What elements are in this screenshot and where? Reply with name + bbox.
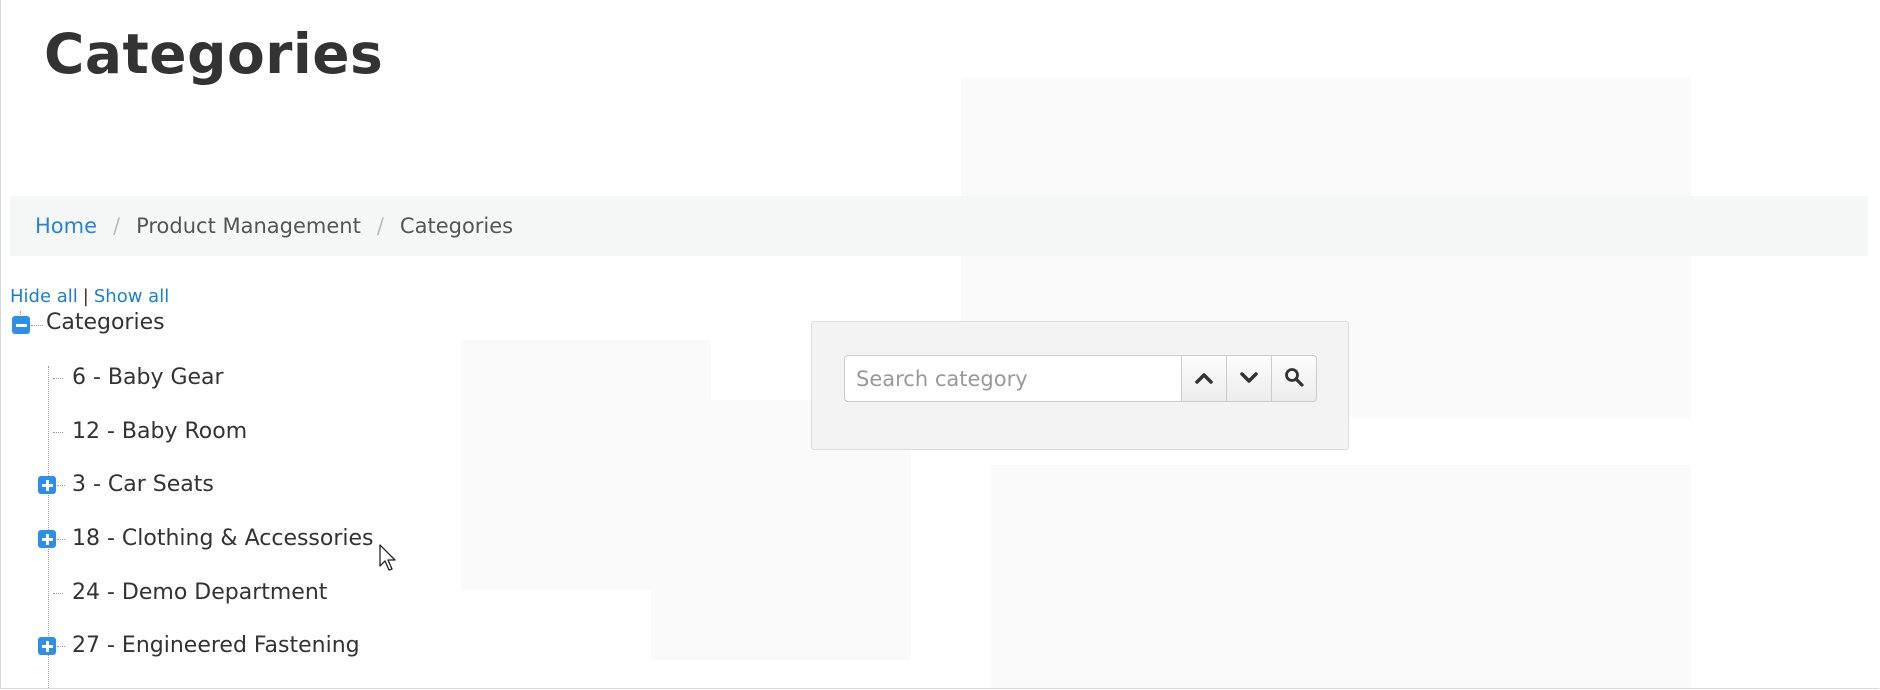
hide-all-link[interactable]: Hide all [10,286,78,307]
tree-item-label[interactable]: 18 - Clothing & Accessories [72,526,374,551]
chevron-down-icon [1240,369,1258,388]
tree-root-label[interactable]: Categories [46,310,165,335]
tree-connector [31,325,43,326]
page-title: Categories [44,22,384,86]
search-category-input[interactable] [844,355,1182,402]
tree-item-label[interactable]: 12 - Baby Room [72,419,247,444]
tree-connector [53,378,63,379]
breadcrumb: Home / Product Management / Categories [10,196,1868,256]
tree-connector [57,539,65,540]
breadcrumb-separator: / [376,214,384,238]
previous-result-button[interactable] [1182,355,1227,402]
chevron-up-icon [1195,369,1213,388]
tree-item-label[interactable]: 3 - Car Seats [72,472,214,497]
category-search-panel [811,321,1349,450]
plus-icon[interactable] [38,476,56,494]
show-all-link[interactable]: Show all [94,286,169,307]
breadcrumb-separator: / [113,214,121,238]
background-panel [991,465,1691,688]
tree-connector [53,593,63,594]
tree-connector [57,485,65,486]
tree-connector [57,646,65,647]
mouse-cursor-icon [379,544,397,576]
page-frame: Categories Home / Product Management / C… [0,0,1879,689]
breadcrumb-current: Categories [399,214,514,238]
breadcrumb-home-link[interactable]: Home [35,214,97,238]
tree-item-label[interactable]: 6 - Baby Gear [72,365,224,390]
toggle-separator: | [82,286,89,307]
breadcrumb-product-management: Product Management [136,214,361,238]
minus-icon[interactable] [12,316,30,334]
next-result-button[interactable] [1227,355,1272,402]
tree-item-label[interactable]: 24 - Demo Department [72,580,327,605]
tree-toggle-links: Hide all | Show all [10,286,169,307]
plus-icon[interactable] [38,637,56,655]
plus-icon[interactable] [38,530,56,548]
search-group [844,355,1317,402]
tree-item-label[interactable]: 27 - Engineered Fastening [72,633,360,658]
search-button[interactable] [1272,355,1317,402]
search-icon [1284,367,1304,391]
tree-connector [53,432,63,433]
